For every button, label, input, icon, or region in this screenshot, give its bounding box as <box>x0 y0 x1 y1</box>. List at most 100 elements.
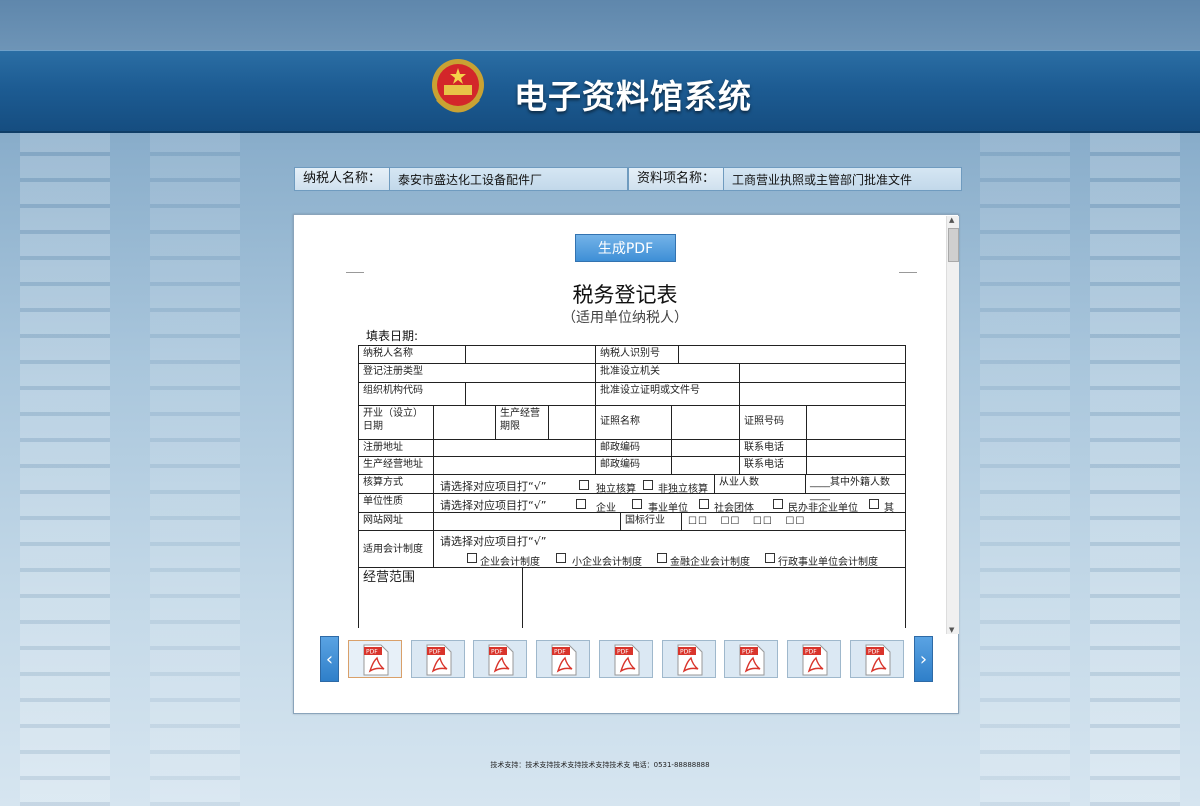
page-thumbnail[interactable]: PDF <box>724 640 779 678</box>
form-cell: 生产经营地址 <box>358 456 434 475</box>
form-cell: 证照名称 <box>595 405 672 440</box>
page-thumbnail[interactable]: PDF <box>849 640 904 678</box>
form-cell <box>433 512 621 531</box>
viewer-scrollbar[interactable]: ▲ ▼ <box>946 216 959 634</box>
checkbox[interactable] <box>699 499 709 509</box>
form-cell <box>433 405 496 440</box>
taxpayer-info: 纳税人名称： 泰安市盛达化工设备配件厂 <box>294 167 628 191</box>
form-cell: 国标行业 <box>620 512 682 531</box>
pdf-file-icon: PDF <box>865 644 891 676</box>
checkbox[interactable] <box>765 553 775 563</box>
national-emblem-icon <box>432 59 484 113</box>
form-cell: 适用会计制度 <box>358 530 434 568</box>
form-cell: 从业人数 <box>714 474 806 494</box>
svg-text:PDF: PDF <box>805 649 817 656</box>
checkbox[interactable] <box>657 553 667 563</box>
option-label: 企业会计制度 <box>480 557 540 568</box>
option-label: 行政事业单位会计制度 <box>778 557 878 568</box>
page-thumbnail[interactable]: PDF <box>536 640 591 678</box>
scroll-up-icon[interactable]: ▲ <box>949 216 954 224</box>
checkbox[interactable] <box>773 499 783 509</box>
item-value: 工商营业执照或主管部门批准文件 <box>732 172 913 187</box>
pdf-file-icon: PDF <box>426 644 452 676</box>
pdf-file-icon: PDF <box>614 644 640 676</box>
page-thumbnail[interactable]: PDF <box>598 640 653 678</box>
checkbox[interactable] <box>556 553 566 563</box>
form-cell <box>522 567 906 628</box>
svg-text:PDF: PDF <box>491 649 503 656</box>
checkbox[interactable] <box>579 480 589 490</box>
page-thumbnail[interactable]: PDF <box>786 640 841 678</box>
form-cell: 联系电话 <box>739 439 807 457</box>
industry-code-boxes: ☐☐ ☐☐ ☐☐ ☐☐ <box>688 516 806 527</box>
svg-text:PDF: PDF <box>366 649 378 656</box>
form-cell <box>465 382 596 406</box>
checkbox[interactable] <box>643 480 653 490</box>
checkbox[interactable] <box>632 499 642 509</box>
form-cell: 纳税人识别号 <box>595 345 679 364</box>
form-cell <box>678 345 906 364</box>
svg-text:PDF: PDF <box>554 649 566 656</box>
form-cell: 批准设立证明或文件号 <box>595 382 740 406</box>
form-cell: 纳税人名称 <box>358 345 466 364</box>
prev-page-button[interactable]: ‹ <box>320 636 339 682</box>
option-label: 金融企业会计制度 <box>670 557 750 568</box>
page-thumbnail[interactable]: PDF <box>473 640 528 678</box>
checkbox[interactable] <box>467 553 477 563</box>
form-cell <box>671 456 740 475</box>
taxpayer-label: 纳税人名称： <box>295 168 391 190</box>
pdf-file-icon: PDF <box>739 644 765 676</box>
form-cell: 经营范围 <box>358 567 523 628</box>
form-cell <box>671 405 740 440</box>
option-hint: 请选择对应项目打“√” <box>440 535 547 548</box>
taxpayer-value: 泰安市盛达化工设备配件厂 <box>398 172 543 187</box>
pdf-file-icon: PDF <box>363 644 389 676</box>
form-cell <box>739 363 906 383</box>
generate-pdf-button[interactable]: 生成PDF <box>575 234 676 262</box>
svg-text:PDF: PDF <box>868 649 880 656</box>
registration-form: 纳税人名称 纳税人识别号 登记注册类型 批准设立机关 组织机构代码 批准设立证明… <box>356 345 906 628</box>
fill-date-label: 填表日期: <box>366 329 419 343</box>
item-info: 资料项名称： 工商营业执照或主管部门批准文件 <box>628 167 962 191</box>
form-cell: 网站网址 <box>358 512 434 531</box>
scroll-thumb[interactable] <box>948 228 959 262</box>
form-cell: 邮政编码 <box>595 456 672 475</box>
svg-text:PDF: PDF <box>742 649 754 656</box>
checkbox[interactable] <box>869 499 879 509</box>
form-cell <box>433 456 596 475</box>
pdf-file-icon: PDF <box>551 644 577 676</box>
form-cell <box>806 439 906 457</box>
page-thumbnail[interactable]: PDF <box>661 640 716 678</box>
form-cell: 单位性质 <box>358 493 434 513</box>
svg-text:PDF: PDF <box>680 649 692 656</box>
form-cell: 批准设立机关 <box>595 363 740 383</box>
page-thumbnail[interactable]: PDF <box>410 640 465 678</box>
scroll-down-icon[interactable]: ▼ <box>949 626 954 634</box>
page-thumbnail[interactable]: PDF <box>348 640 402 678</box>
footer-text: 技术支持：技术支持技术支持技术支持技术支 电话：0531-88888888 <box>490 761 710 769</box>
next-page-button[interactable]: › <box>914 636 933 682</box>
thumbnail-strip: ‹ › PDF PDF PDF PDF PDF PDF PDF PDF PDF <box>320 636 934 684</box>
app-title: 电子资料馆系统 <box>514 77 752 116</box>
form-cell: 开业（设立）日期 <box>358 405 434 440</box>
option-hint: 请选择对应项目打“√” <box>440 480 547 493</box>
form-cell <box>671 439 740 457</box>
form-cell: 联系电话 <box>739 456 807 475</box>
page-corner-mark <box>899 272 917 273</box>
form-cell <box>433 439 596 457</box>
checkbox[interactable] <box>576 499 586 509</box>
pdf-file-icon: PDF <box>677 644 702 676</box>
form-cell: ____其中外籍人数____ <box>805 474 906 501</box>
form-cell: 注册地址 <box>358 439 434 457</box>
form-cell: 组织机构代码 <box>358 382 466 406</box>
form-cell <box>806 405 906 440</box>
form-cell: 核算方式 <box>358 474 434 494</box>
form-cell <box>548 405 596 440</box>
form-cell: 生产经营期限 <box>495 405 549 440</box>
svg-text:PDF: PDF <box>617 649 629 656</box>
pdf-file-icon: PDF <box>488 644 514 676</box>
document-subtitle: （适用单位纳税人） <box>562 310 688 326</box>
form-cell <box>465 345 596 364</box>
form-cell: 邮政编码 <box>595 439 672 457</box>
document-title: 税务登记表 <box>572 283 678 307</box>
